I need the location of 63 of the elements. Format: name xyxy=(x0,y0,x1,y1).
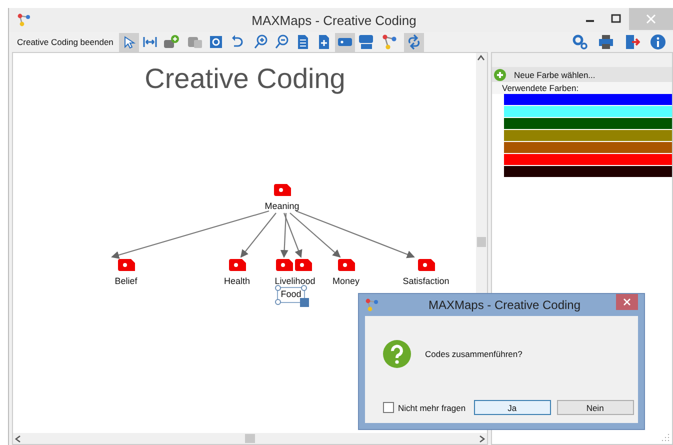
maximize-icon xyxy=(611,14,621,24)
scroll-right-icon[interactable] xyxy=(477,434,487,444)
zoom-out-icon xyxy=(274,34,290,50)
color-swatch[interactable] xyxy=(504,118,672,129)
new-color-label[interactable]: Neue Farbe wählen... xyxy=(514,70,596,80)
code-tag-icon[interactable] xyxy=(274,184,291,196)
add-icon xyxy=(494,68,506,80)
code-tag-icon[interactable] xyxy=(276,259,293,271)
node-label: Health xyxy=(224,276,250,286)
checkbox-label[interactable]: Nicht mehr fragen xyxy=(398,402,466,412)
code-tag-icon[interactable] xyxy=(229,259,246,271)
map-title: Creative Coding xyxy=(144,63,346,95)
remove-node-icon xyxy=(187,34,204,50)
code-tag-icon[interactable] xyxy=(338,259,355,271)
color-swatch[interactable] xyxy=(504,130,672,141)
info-icon[interactable] xyxy=(650,34,666,50)
question-icon xyxy=(383,340,411,368)
used-colors-label: Verwendete Farben: xyxy=(492,82,672,94)
node-label: Livelihood xyxy=(274,276,316,286)
dialog-button[interactable]: Nein xyxy=(556,400,634,415)
toolbar-button[interactable] xyxy=(404,32,424,52)
new-color-button[interactable]: Neue Farbe wählen... xyxy=(492,67,672,82)
exit-icon[interactable] xyxy=(624,34,640,50)
node-label: Meaning xyxy=(264,201,300,211)
close-button[interactable] xyxy=(616,294,638,310)
scroll-thumb[interactable] xyxy=(477,237,486,247)
frame-icon xyxy=(208,34,224,50)
app-logo-icon xyxy=(365,298,379,312)
exit-button[interactable]: Creative Coding beenden xyxy=(13,33,118,51)
close-icon xyxy=(623,298,631,306)
print-icon[interactable] xyxy=(598,34,614,50)
window-title: MAXMaps - Creative Coding xyxy=(250,12,418,28)
node-label: Money xyxy=(332,276,360,286)
code-tag-icon[interactable] xyxy=(118,259,135,271)
tag-number-icon xyxy=(358,34,374,50)
scroll-up-icon[interactable] xyxy=(476,53,486,63)
dialog-button[interactable]: Ja xyxy=(474,400,551,415)
color-swatch[interactable] xyxy=(504,142,672,153)
dialog-message: Codes zusammenführen? xyxy=(425,349,522,359)
settings-icon[interactable] xyxy=(572,34,588,50)
zoom-in-icon xyxy=(253,34,270,50)
code-tag-icon[interactable] xyxy=(418,259,435,271)
node-label: Food xyxy=(280,289,302,299)
toolbar-button[interactable] xyxy=(335,32,356,52)
network-icon xyxy=(382,34,398,50)
color-swatch[interactable] xyxy=(504,166,672,177)
node-label: Belief xyxy=(114,276,138,286)
scroll-thumb[interactable] xyxy=(245,434,255,443)
dialog-title: MAXMaps - Creative Coding xyxy=(427,298,582,312)
close-icon xyxy=(646,14,656,24)
checkbox[interactable] xyxy=(383,402,394,413)
color-swatch[interactable] xyxy=(504,106,672,117)
add-node-icon xyxy=(163,34,180,50)
node-label: Satisfaction xyxy=(402,276,450,286)
sync-icon xyxy=(406,34,422,50)
app-logo-icon xyxy=(17,13,31,27)
color-swatch[interactable] xyxy=(504,94,672,105)
toolbar-button[interactable] xyxy=(119,32,140,52)
code-tag-icon[interactable] xyxy=(295,259,312,271)
fit-width-icon xyxy=(142,34,158,50)
scroll-left-icon[interactable] xyxy=(13,434,23,444)
color-swatch[interactable] xyxy=(504,154,672,165)
horizontal-scrollbar[interactable] xyxy=(13,433,487,444)
